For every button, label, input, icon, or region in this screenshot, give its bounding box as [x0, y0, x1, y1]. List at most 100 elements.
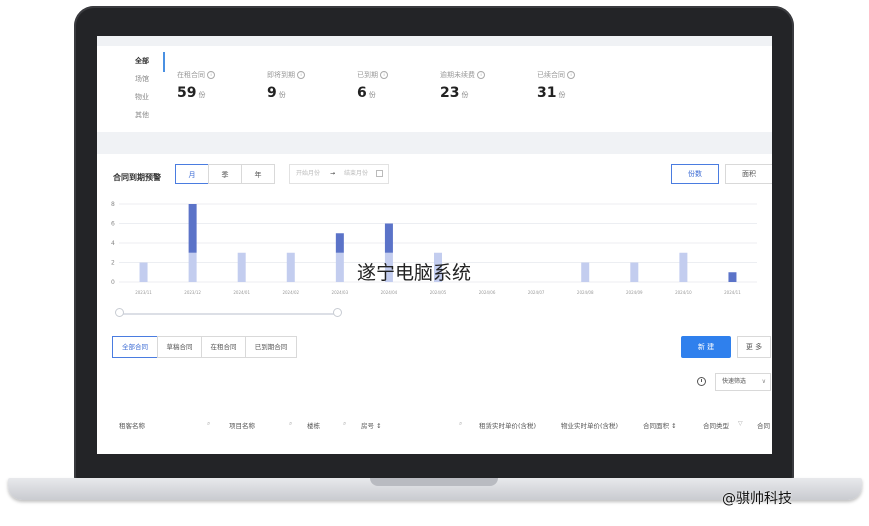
stat-value: 59 — [177, 85, 197, 101]
tab-active-contracts[interactable]: 在租合同 — [201, 336, 246, 358]
chart-bar — [679, 252, 688, 282]
stat-unit: 份 — [368, 91, 376, 99]
stat-label: 即将到期 — [267, 71, 295, 79]
info-icon: i — [567, 71, 575, 79]
app-screen: 全部 场馆 物业 其他 在租合同 i 59 份 即将到期 i 9份 已到期 i 6份 逾… — [97, 36, 772, 454]
x-tick-label: 2024/04 — [381, 290, 398, 295]
category-active-indicator — [163, 52, 165, 72]
more-button[interactable]: 更 多 — [737, 336, 771, 358]
calendar-icon — [376, 170, 383, 177]
stat-expiring: 即将到期 i 9份 — [267, 70, 305, 101]
x-tick-label: 2024/10 — [675, 290, 692, 295]
y-tick-label: 2 — [111, 260, 115, 267]
stat-expired: 已到期 i 6份 — [357, 70, 388, 101]
date-range-picker[interactable]: 开始月份 → 结束月份 — [289, 164, 389, 184]
metric-area[interactable]: 面积 — [725, 164, 772, 184]
search-icon[interactable]: ⌕ — [459, 420, 462, 428]
x-tick-label: 2024/08 — [577, 290, 594, 295]
range-slider-track[interactable] — [119, 313, 337, 315]
stat-unit: 份 — [278, 91, 286, 99]
period-year[interactable]: 年 — [241, 164, 275, 184]
new-button[interactable]: 新 建 — [681, 336, 731, 358]
clock-icon[interactable] — [697, 377, 706, 386]
stat-value: 6 — [357, 85, 367, 101]
y-tick-label: 0 — [111, 279, 115, 286]
laptop-notch — [370, 478, 498, 486]
date-start-input[interactable]: 开始月份 — [296, 165, 320, 183]
col-tenant-name[interactable]: 租客名称 — [119, 420, 145, 430]
category-other[interactable]: 其他 — [135, 110, 149, 120]
chart-bar — [630, 262, 639, 282]
stat-label: 已到期 — [357, 71, 378, 79]
info-icon: i — [207, 71, 215, 79]
date-end-input[interactable]: 结束月份 — [344, 165, 368, 183]
range-slider-start-handle[interactable] — [115, 308, 124, 317]
stat-value: 23 — [440, 85, 460, 101]
chart-bar — [286, 252, 295, 282]
stat-label: 已续合同 — [537, 71, 565, 79]
x-tick-label: 2024/03 — [332, 290, 349, 295]
col-contract-type[interactable]: 合同类型 — [703, 420, 729, 430]
stat-unit: 份 — [198, 91, 206, 99]
search-icon[interactable]: ⌕ — [289, 420, 292, 428]
col-building[interactable]: 楼栋 — [307, 420, 320, 430]
tab-expired-contracts[interactable]: 已到期合同 — [245, 336, 297, 358]
category-all[interactable]: 全部 — [135, 56, 149, 66]
y-tick-label: 6 — [111, 221, 115, 228]
x-tick-label: 2023/11 — [135, 290, 152, 295]
col-lease-price[interactable]: 租赁实时单价(含税) — [479, 420, 536, 430]
center-watermark: 遂宁电脑系统 — [357, 262, 472, 284]
stat-renewed: 已续合同 i 31 份 — [537, 70, 575, 101]
x-tick-label: 2024/02 — [282, 290, 299, 295]
col-contract-more[interactable]: 合同 — [757, 420, 770, 430]
y-tick-label: 8 — [111, 201, 115, 208]
chart-title: 合同到期预警 — [113, 173, 161, 182]
x-tick-label: 2024/07 — [528, 290, 545, 295]
y-tick-label: 4 — [111, 240, 115, 247]
x-tick-label: 2024/01 — [233, 290, 250, 295]
col-contract-area[interactable]: 合同面积 ↕ — [643, 420, 677, 430]
search-icon[interactable]: ⌕ — [207, 420, 210, 428]
chart-bar — [188, 252, 197, 282]
tab-draft-contracts[interactable]: 草稿合同 — [157, 336, 202, 358]
chart-bar — [728, 272, 737, 282]
tab-all-contracts[interactable]: 全部合同 — [112, 336, 158, 358]
col-project-name[interactable]: 项目名称 — [229, 420, 255, 430]
corner-watermark: @骐帅科技 — [722, 491, 792, 507]
expiry-bar-chart: 0 2 4 6 8 2023/11 2023/12 2024/01 2024/02 2024/03… — [111, 201, 757, 295]
x-tick-label: 2023/12 — [184, 290, 201, 295]
stat-value: 31 — [537, 85, 557, 101]
col-room-no[interactable]: 房号 ↕ — [361, 420, 382, 430]
range-slider-end-handle[interactable] — [333, 308, 342, 317]
chart-bar — [237, 252, 246, 282]
filter-icon[interactable]: ▽ — [738, 420, 743, 427]
stat-label: 逾期未续费 — [440, 71, 475, 79]
metric-count[interactable]: 份数 — [671, 164, 719, 184]
info-icon: i — [297, 71, 305, 79]
category-property[interactable]: 物业 — [135, 92, 149, 102]
stat-in-lease: 在租合同 i 59 份 — [177, 70, 215, 101]
chart-bar — [139, 262, 148, 282]
chart-bar — [335, 233, 344, 253]
section-gap — [97, 132, 772, 154]
date-arrow-icon: → — [330, 170, 336, 177]
x-tick-label: 2024/05 — [430, 290, 447, 295]
info-icon: i — [477, 71, 485, 79]
chart-bar — [335, 252, 344, 282]
search-icon[interactable]: ⌕ — [343, 420, 346, 428]
stat-overdue: 逾期未续费 i 23 份 — [440, 70, 485, 101]
quick-filter-label: 快速筛选 — [722, 378, 747, 385]
period-quarter[interactable]: 季 — [208, 164, 242, 184]
quick-filter-select[interactable]: 快速筛选 ∨ — [715, 373, 771, 391]
stat-value: 9 — [267, 85, 277, 101]
x-tick-label: 2024/09 — [626, 290, 643, 295]
stat-unit: 份 — [558, 91, 566, 99]
col-property-price[interactable]: 物业实时单价(含税) — [561, 420, 618, 430]
period-month[interactable]: 月 — [175, 164, 209, 184]
chart-bar — [384, 223, 393, 253]
category-venue[interactable]: 场馆 — [135, 74, 149, 84]
chart-bar — [581, 262, 590, 282]
chevron-down-icon: ∨ — [761, 378, 766, 385]
top-gap — [97, 36, 772, 46]
x-tick-label: 2024/06 — [479, 290, 496, 295]
